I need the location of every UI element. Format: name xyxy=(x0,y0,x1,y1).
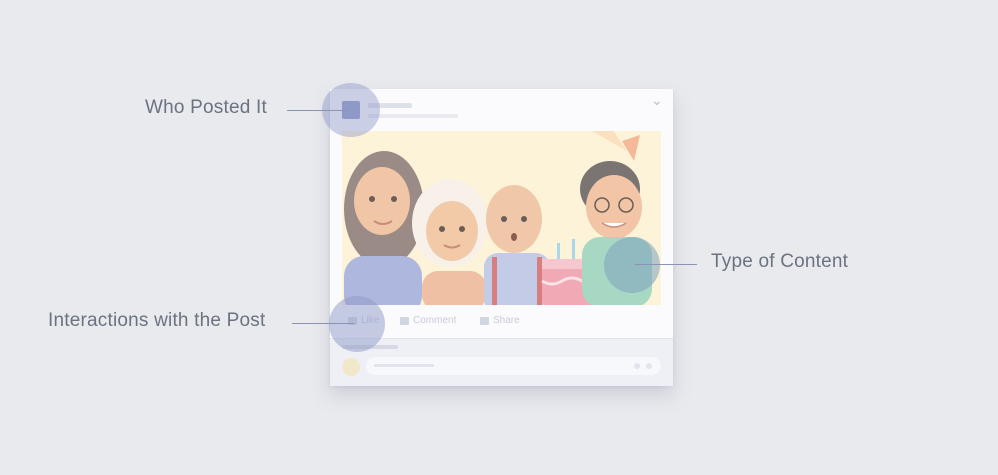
post-meta-placeholder xyxy=(368,114,458,118)
share-icon xyxy=(480,316,489,325)
share-label: Share xyxy=(493,315,520,326)
content-type-highlight xyxy=(604,237,660,293)
camera-icon xyxy=(646,363,652,369)
comment-icon xyxy=(400,316,409,325)
interactions-highlight xyxy=(329,296,385,352)
emoji-icon xyxy=(634,363,640,369)
comment-label: Comment xyxy=(413,315,457,326)
commenter-avatar xyxy=(342,358,360,376)
chevron-down-icon: ⌄ xyxy=(651,93,663,109)
type-of-content-label: Type of Content xyxy=(711,251,849,272)
diagram: ⌄ Comment Share Who Posted It Type of Co… xyxy=(0,0,998,475)
comment-area xyxy=(330,338,673,386)
post-actions-bar: Like Comment Share xyxy=(342,315,661,331)
share-button[interactable]: Share xyxy=(480,315,520,326)
comment-input[interactable] xyxy=(366,357,661,375)
post-card: ⌄ Comment Share xyxy=(330,89,673,386)
who-posted-leader-line xyxy=(287,110,347,111)
interactions-leader-line xyxy=(292,323,354,324)
interactions-label: Interactions with the Post xyxy=(48,310,266,331)
who-posted-label: Who Posted It xyxy=(145,97,267,118)
comment-input-placeholder xyxy=(374,364,434,367)
content-type-leader-line xyxy=(635,264,697,265)
comment-button[interactable]: Comment xyxy=(400,315,456,326)
